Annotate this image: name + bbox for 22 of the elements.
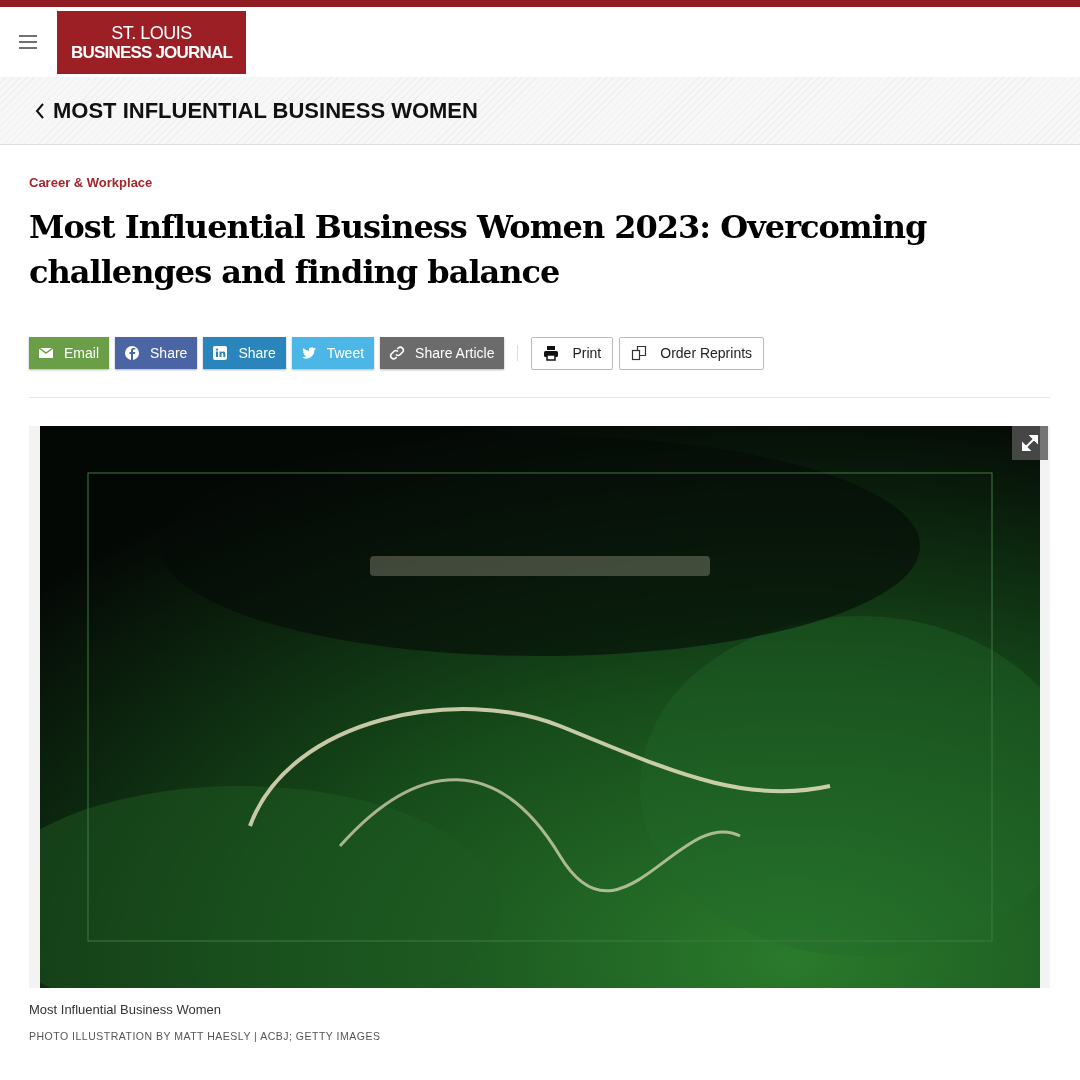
image-credit: PHOTO ILLUSTRATION BY MATT HAESLY | ACBJ; GETTY IMAGES [29,1029,382,1044]
expand-icon [1022,434,1038,451]
section-link[interactable]: MOST INFLUENTIAL BUSINESS WOMEN [35,94,478,127]
share-button[interactable]: Share Article [380,337,505,369]
logo[interactable]: ST. LOUIS BUSINESS JOURNAL [57,10,246,74]
image-caption: Most Influential Business Women [29,1000,222,1019]
menu-icon[interactable] [19,35,37,49]
envelope-icon [38,345,54,361]
share-button[interactable]: Share [203,337,286,369]
print-button[interactable]: Print [531,336,614,370]
linkedin-icon [212,345,229,361]
bird-icon [300,345,317,361]
back-icon [35,102,45,119]
share-button[interactable]: Share [115,337,198,369]
copy-icon [631,345,648,361]
reprints-button[interactable]: Order Reprints [619,336,765,370]
printer-icon [543,345,560,361]
link-icon [389,345,406,361]
expand-button[interactable] [1012,425,1048,460]
headline: Most Influential Business Women 2023: Overcoming challenges and finding balance [29,206,928,293]
facebook-icon [124,345,140,361]
category-link[interactable]: Career & Workplace [29,173,1051,193]
